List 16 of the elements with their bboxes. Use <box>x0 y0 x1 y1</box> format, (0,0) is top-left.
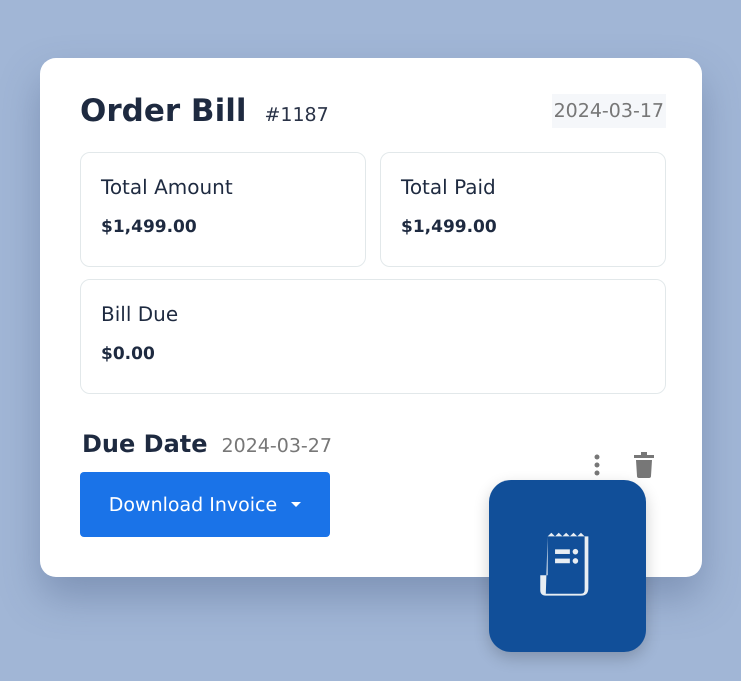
bill-title: Order Bill <box>80 93 246 129</box>
due-date-value: 2024-03-27 <box>222 435 332 457</box>
stat-label: Total Paid <box>401 175 497 199</box>
trash-icon[interactable] <box>634 452 654 478</box>
caret-icon <box>291 502 302 507</box>
receipt-app-icon[interactable] <box>489 480 646 652</box>
stat-value: $1,499.00 <box>101 217 198 237</box>
bill-date: 2024-03-17 <box>552 94 666 128</box>
stat-label: Total Amount <box>101 175 234 199</box>
more-options-icon[interactable] <box>594 454 600 476</box>
order-number: #1187 <box>264 104 329 126</box>
due-date-label: Due Date <box>82 430 208 458</box>
stat-value: $0.00 <box>101 344 156 364</box>
stat-value: $1,499.00 <box>401 217 498 237</box>
download-button[interactable]: Download Invoice <box>80 472 330 537</box>
stat-label: Bill Due <box>101 302 180 326</box>
